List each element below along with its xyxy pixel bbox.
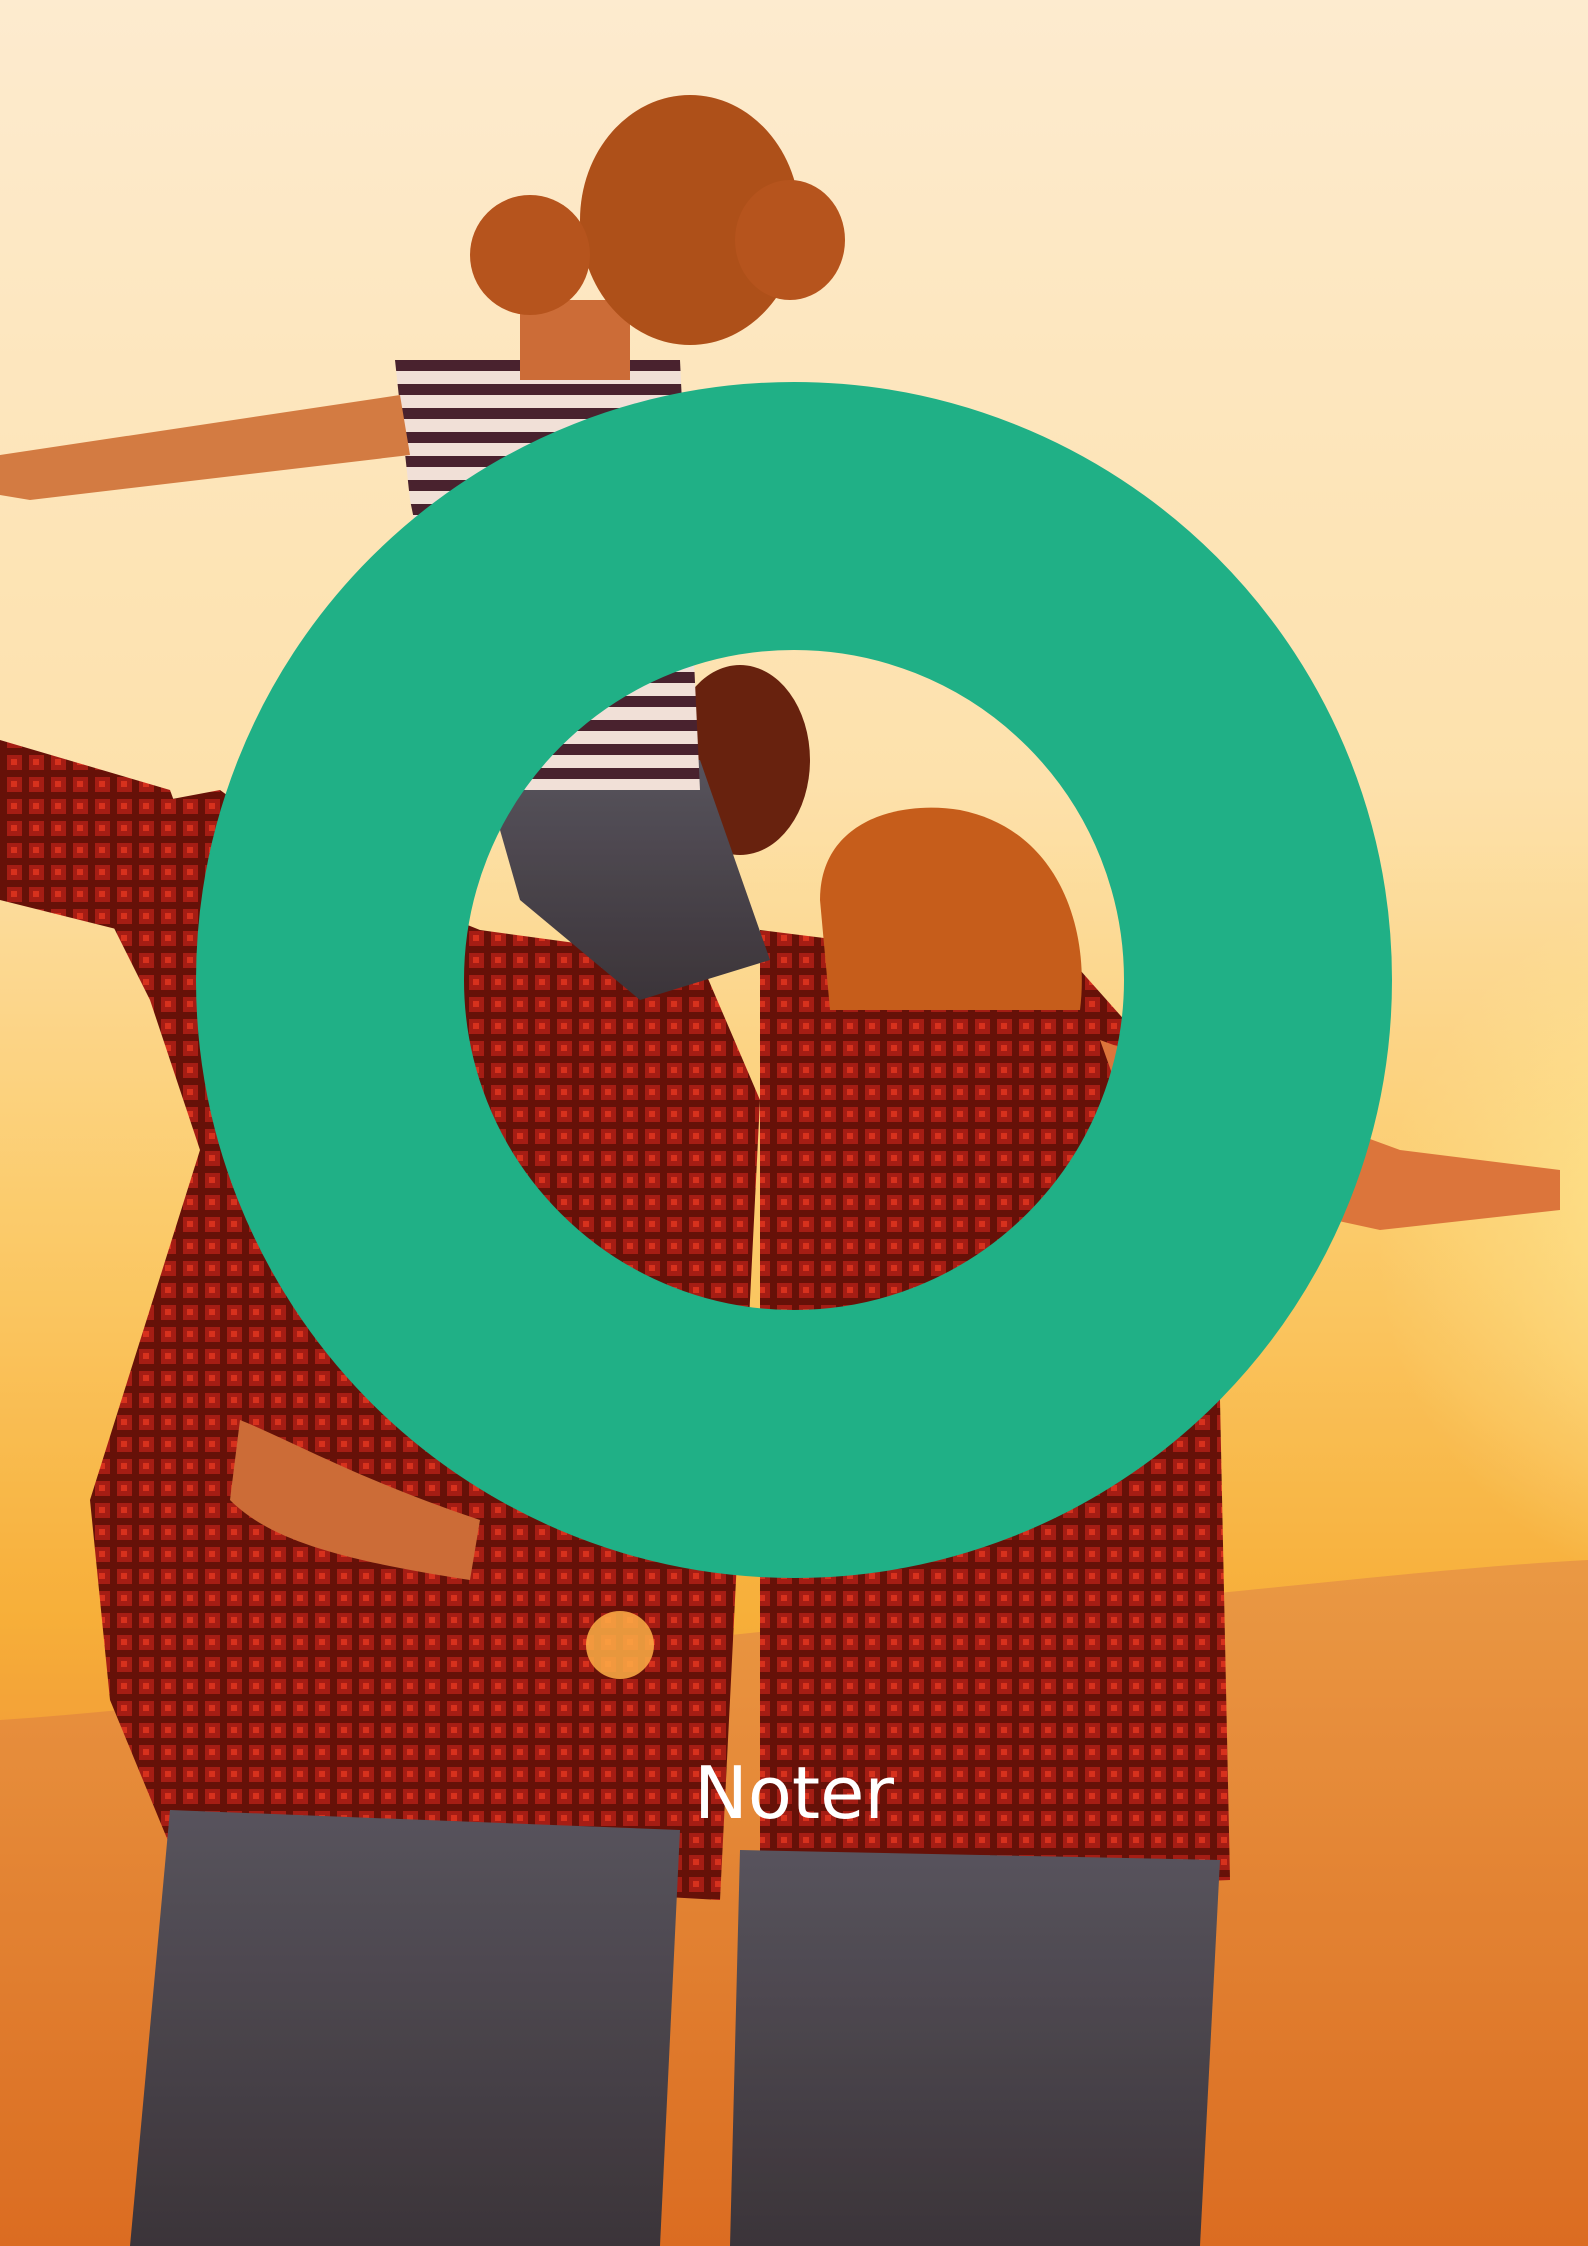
- cover-title: Noter: [693, 1751, 895, 1835]
- cover-page: Noter: [0, 0, 1588, 2246]
- green-ring-logo: [196, 382, 1392, 1578]
